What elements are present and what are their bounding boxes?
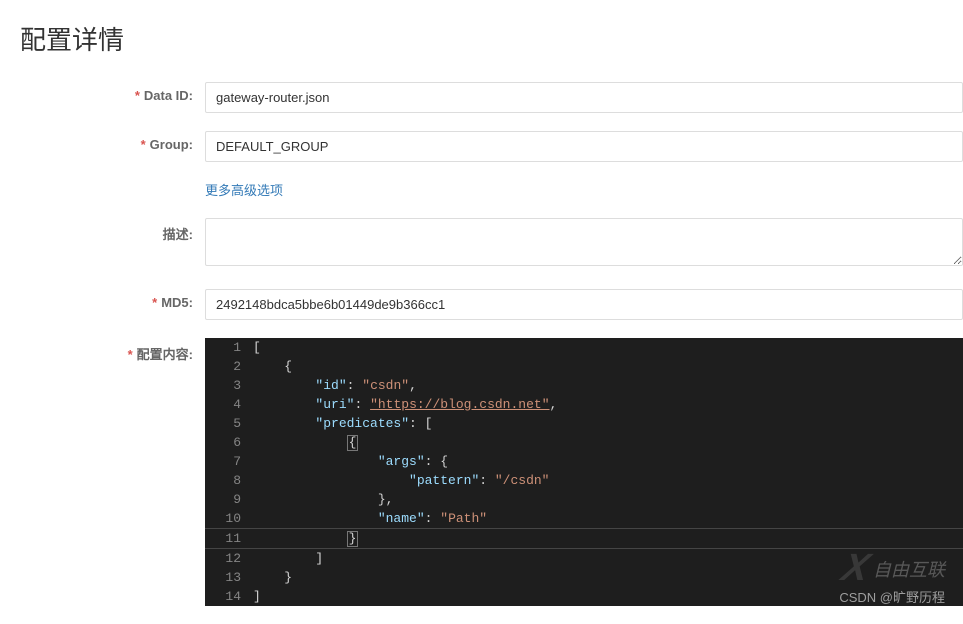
code-text: { <box>253 357 963 376</box>
line-number: 12 <box>205 549 253 568</box>
input-data-id[interactable] <box>205 82 963 113</box>
code-line: 6 { <box>205 433 963 452</box>
code-line: 4 "uri": "https://blog.csdn.net", <box>205 395 963 414</box>
line-number: 3 <box>205 376 253 395</box>
code-text: "pattern": "/csdn" <box>253 471 963 490</box>
line-number: 14 <box>205 587 253 606</box>
code-text: "predicates": [ <box>253 414 963 433</box>
label-content: *配置内容: <box>20 338 205 363</box>
line-number: 11 <box>205 529 253 548</box>
row-advanced: 更多高级选项 <box>20 180 963 200</box>
line-number: 5 <box>205 414 253 433</box>
input-description[interactable] <box>205 218 963 266</box>
code-line: 9 }, <box>205 490 963 509</box>
code-text: } <box>253 568 963 587</box>
code-line: 5 "predicates": [ <box>205 414 963 433</box>
code-text: "id": "csdn", <box>253 376 963 395</box>
code-line: 8 "pattern": "/csdn" <box>205 471 963 490</box>
row-data-id: *Data ID: <box>20 82 963 113</box>
code-text: "name": "Path" <box>253 509 963 528</box>
line-number: 4 <box>205 395 253 414</box>
code-text: [ <box>253 338 963 357</box>
code-line: 3 "id": "csdn", <box>205 376 963 395</box>
code-text: "uri": "https://blog.csdn.net", <box>253 395 963 414</box>
label-md5: *MD5: <box>20 289 205 310</box>
row-md5: *MD5: <box>20 289 963 320</box>
input-group[interactable] <box>205 131 963 162</box>
code-line: 13 } <box>205 568 963 587</box>
label-description: 描述: <box>20 218 205 243</box>
code-editor[interactable]: 1[2 {3 "id": "csdn",4 "uri": "https://bl… <box>205 338 963 606</box>
label-data-id: *Data ID: <box>20 82 205 103</box>
code-text: }, <box>253 490 963 509</box>
row-content: *配置内容: 1[2 {3 "id": "csdn",4 "uri": "htt… <box>20 338 963 606</box>
code-line: 11 } <box>205 528 963 549</box>
line-number: 8 <box>205 471 253 490</box>
row-group: *Group: <box>20 131 963 162</box>
link-advanced-options[interactable]: 更多高级选项 <box>205 183 283 198</box>
page-title: 配置详情 <box>20 20 963 57</box>
code-text: ] <box>253 549 963 568</box>
line-number: 10 <box>205 509 253 528</box>
code-line: 12 ] <box>205 549 963 568</box>
code-text: } <box>253 529 963 548</box>
code-text: { <box>253 433 963 452</box>
line-number: 9 <box>205 490 253 509</box>
line-number: 6 <box>205 433 253 452</box>
code-line: 14] <box>205 587 963 606</box>
code-line: 10 "name": "Path" <box>205 509 963 528</box>
code-line: 7 "args": { <box>205 452 963 471</box>
line-number: 2 <box>205 357 253 376</box>
code-line: 1[ <box>205 338 963 357</box>
code-text: ] <box>253 587 963 606</box>
code-line: 2 { <box>205 357 963 376</box>
row-description: 描述: <box>20 218 963 271</box>
line-number: 13 <box>205 568 253 587</box>
line-number: 1 <box>205 338 253 357</box>
input-md5[interactable] <box>205 289 963 320</box>
line-number: 7 <box>205 452 253 471</box>
code-text: "args": { <box>253 452 963 471</box>
label-group: *Group: <box>20 131 205 152</box>
